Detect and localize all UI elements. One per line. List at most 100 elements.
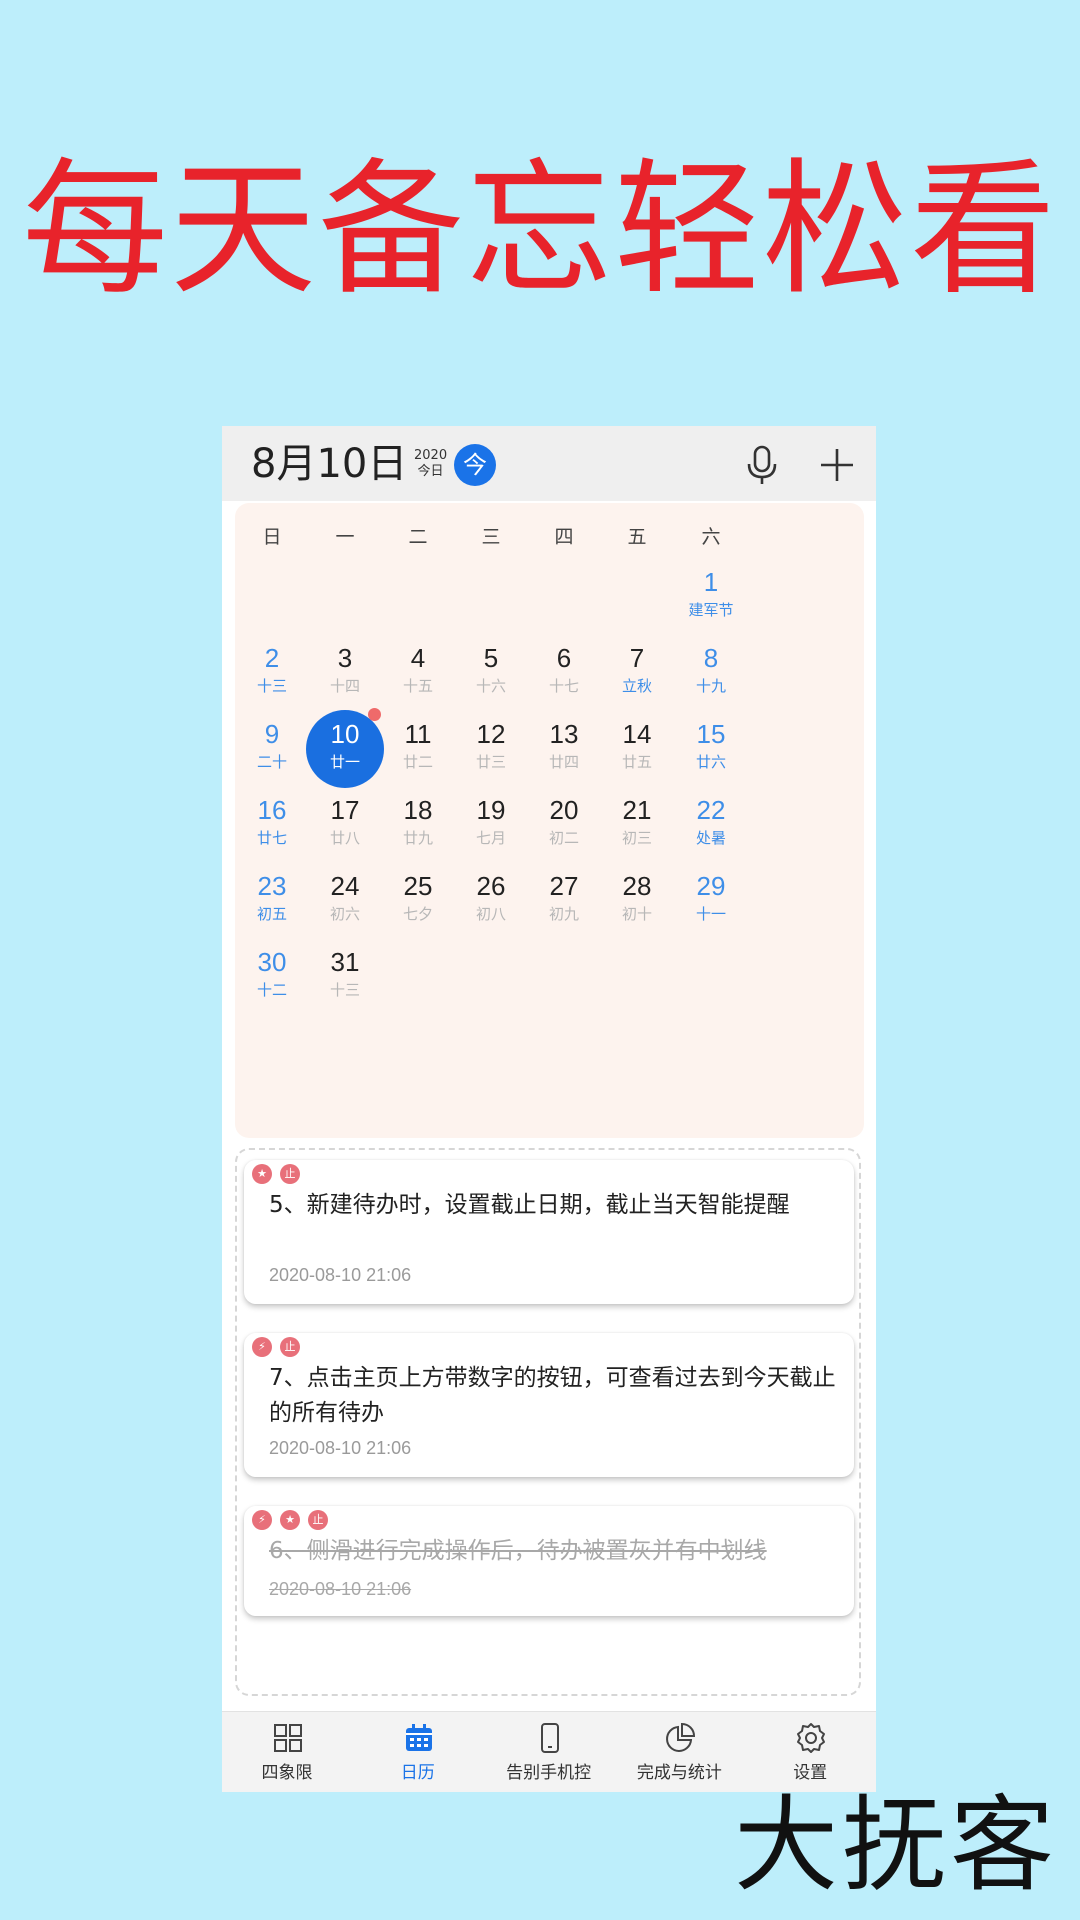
lunar-date: 十二: [256, 981, 287, 999]
calendar-day[interactable]: 20 初二: [524, 794, 604, 864]
tab-label: 完成与统计: [636, 1763, 722, 1783]
tab-pie-chart[interactable]: 完成与统计: [614, 1712, 744, 1792]
calendar-day[interactable]: 5 十六: [451, 642, 531, 712]
lunar-date: 十三: [329, 981, 360, 999]
lunar-date: 处暑: [695, 829, 726, 847]
calendar-day[interactable]: 23 初五: [232, 870, 312, 940]
calendar-day[interactable]: 30 十二: [232, 946, 312, 1016]
tab-phone[interactable]: 告别手机控: [484, 1712, 614, 1792]
today-label: 今日: [417, 464, 444, 479]
lunar-date: 廿一: [329, 753, 360, 771]
day-number: 6: [556, 643, 572, 673]
lunar-date: 七夕: [402, 905, 433, 923]
calendar-day[interactable]: 24 初六: [305, 870, 385, 940]
day-number: 9: [264, 719, 280, 749]
lunar-date: 初八: [475, 905, 506, 923]
calendar-day[interactable]: 6 十七: [524, 642, 604, 712]
lunar-date: 初十: [621, 905, 652, 923]
calendar-day[interactable]: 31 十三: [305, 946, 385, 1016]
calendar-day[interactable]: 8 十九: [671, 642, 751, 712]
day-number: 26: [476, 871, 506, 901]
tab-label: 告别手机控: [506, 1763, 592, 1783]
watermark-text: 大抚客: [734, 1784, 1059, 1906]
todo-text: 6、侧滑进行完成操作后，待办被置灰并有中划线: [269, 1538, 767, 1564]
tab-gear[interactable]: 设置: [745, 1712, 875, 1792]
tab-label: 四象限: [261, 1763, 313, 1783]
todo-badges: ⚡ 止: [252, 1337, 308, 1359]
day-number: 28: [622, 871, 652, 901]
todo-card[interactable]: ⚡ ★ 止 6、侧滑进行完成操作后，待办被置灰并有中划线 2020-08-10 21:0…: [244, 1506, 854, 1616]
calendar-day[interactable]: 25 七夕: [378, 870, 458, 940]
gear-icon: [795, 1722, 827, 1754]
lunar-date: 十四: [329, 677, 360, 695]
todo-card[interactable]: ★ 止 5、新建待办时，设置截止日期，截止当天智能提醒 2020-08-10 21:0…: [244, 1160, 854, 1304]
add-icon[interactable]: [818, 446, 856, 484]
todo-badge-icon: ★: [252, 1164, 272, 1184]
todo-badge-icon: 止: [308, 1510, 328, 1530]
bottom-tab-bar: 四象限 日历 告别手机控 完成与统计 设置: [222, 1711, 876, 1792]
weekday-label: 一: [335, 526, 355, 548]
weekday-label: 日: [262, 526, 282, 548]
calendar-day[interactable]: 3 十四: [305, 642, 385, 712]
weekday-label: 六: [701, 526, 721, 548]
tab-grid[interactable]: 四象限: [222, 1712, 352, 1792]
lunar-date: 廿八: [329, 829, 360, 847]
todo-timestamp: 2020-08-10 21:06: [269, 1579, 412, 1599]
todo-timestamp: 2020-08-10 21:06: [269, 1438, 412, 1458]
calendar-day[interactable]: 9 二十: [232, 718, 312, 788]
todo-card[interactable]: ⚡ 止 7、点击主页上方带数字的按钮，可查看过去到今天截止的所有待办 2020-08-…: [244, 1333, 854, 1477]
lunar-date: 二十: [256, 753, 287, 771]
day-number: 29: [696, 871, 726, 901]
day-number: 18: [403, 795, 433, 825]
calendar-day[interactable]: 28 初十: [597, 870, 677, 940]
weekday-label: 四: [554, 526, 574, 548]
microphone-icon[interactable]: [742, 444, 782, 486]
calendar-icon: [403, 1722, 435, 1754]
day-number: 16: [257, 795, 287, 825]
current-date[interactable]: 8月10日: [251, 440, 407, 488]
app-screen: 8月10日 2020 今日 今 日 一 二 三 四 五 六 1 建军节 2 十三 3 十四 4 十五 5 十六 6…: [222, 426, 876, 1792]
lunar-date: 十五: [402, 677, 433, 695]
top-bar: 8月10日 2020 今日 今: [222, 426, 876, 501]
day-number: 8: [703, 643, 719, 673]
day-number: 13: [549, 719, 579, 749]
calendar-day[interactable]: 15 廿六: [671, 718, 751, 788]
today-button[interactable]: 今: [454, 444, 496, 486]
calendar-day[interactable]: 7 立秋: [597, 642, 677, 712]
calendar-day[interactable]: 17 廿八: [305, 794, 385, 864]
calendar-day[interactable]: 29 十一: [671, 870, 751, 940]
todo-badge-icon: 止: [280, 1164, 300, 1184]
calendar-day[interactable]: 16 廿七: [232, 794, 312, 864]
calendar-day[interactable]: 18 廿九: [378, 794, 458, 864]
pie-chart-icon: [664, 1722, 696, 1754]
calendar-day[interactable]: 19 七月: [451, 794, 531, 864]
day-number: 17: [330, 795, 360, 825]
calendar-day[interactable]: 11 廿二: [378, 718, 458, 788]
lunar-date: 廿四: [548, 753, 579, 771]
tab-calendar[interactable]: 日历: [353, 1712, 483, 1792]
year-text: 2020: [414, 448, 448, 463]
calendar-day[interactable]: 21 初三: [597, 794, 677, 864]
todo-badges: ⚡ ★ 止: [252, 1510, 336, 1532]
day-number: 7: [629, 643, 645, 673]
day-number: 21: [622, 795, 652, 825]
month-calendar: 日一二三四五六 1 建军节 2 十三 3 十四 4 十五 5 十六 6 十七 7 立秋 8 十九 9 二十 10 廿一 1…: [235, 503, 864, 1138]
calendar-day[interactable]: 26 初八: [451, 870, 531, 940]
calendar-day[interactable]: 1 建军节: [671, 566, 751, 636]
todo-badges: ★ 止: [252, 1164, 308, 1186]
calendar-day[interactable]: 10 廿一: [305, 718, 385, 788]
day-number: 27: [549, 871, 579, 901]
day-number: 20: [549, 795, 579, 825]
calendar-day[interactable]: 13 廿四: [524, 718, 604, 788]
calendar-day[interactable]: 4 十五: [378, 642, 458, 712]
lunar-date: 廿五: [621, 753, 652, 771]
calendar-day[interactable]: 12 廿三: [451, 718, 531, 788]
calendar-day[interactable]: 27 初九: [524, 870, 604, 940]
lunar-date: 廿九: [402, 829, 433, 847]
lunar-date: 初三: [621, 829, 652, 847]
lunar-date: 廿六: [695, 753, 726, 771]
calendar-day[interactable]: 22 处暑: [671, 794, 751, 864]
calendar-day[interactable]: 14 廿五: [597, 718, 677, 788]
calendar-day[interactable]: 2 十三: [232, 642, 312, 712]
todo-badge-icon: ★: [280, 1510, 300, 1530]
